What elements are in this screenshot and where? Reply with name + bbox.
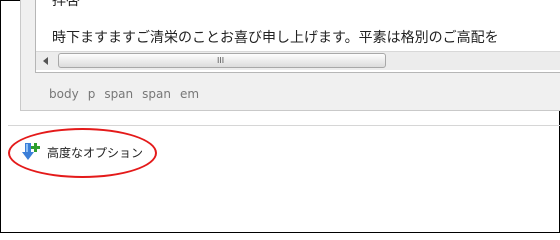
- path-item-em[interactable]: em: [180, 87, 199, 101]
- separator-line: [8, 125, 560, 126]
- advanced-options-toggle[interactable]: 高度なオプション: [22, 142, 143, 162]
- path-item-span[interactable]: span: [104, 87, 133, 101]
- horizontal-scrollbar[interactable]: III: [36, 51, 560, 70]
- editor-text-line-body: 時下ますますご清栄のことお喜び申し上げます。平素は格別のご高配を: [52, 30, 499, 46]
- path-item-body[interactable]: body: [49, 87, 79, 101]
- scroll-left-arrow-icon[interactable]: [43, 57, 48, 65]
- editor-container: 拝啓 時下ますますご清栄のことお喜び申し上げます。平素は格別のご高配を III …: [20, 0, 560, 111]
- path-item-p[interactable]: p: [88, 87, 96, 101]
- path-item-span[interactable]: span: [142, 87, 171, 101]
- editor-content-area[interactable]: 拝啓 時下ますますご清栄のことお喜び申し上げます。平素は格別のご高配を III: [35, 0, 560, 73]
- element-path-bar: body p span span em: [49, 87, 208, 101]
- scrollbar-grip: III: [217, 56, 225, 65]
- download-add-icon: [22, 143, 40, 160]
- advanced-options-label: 高度なオプション: [47, 145, 144, 160]
- scrollbar-thumb[interactable]: III: [58, 53, 386, 68]
- editor-text-line-greeting: 拝啓: [52, 0, 80, 9]
